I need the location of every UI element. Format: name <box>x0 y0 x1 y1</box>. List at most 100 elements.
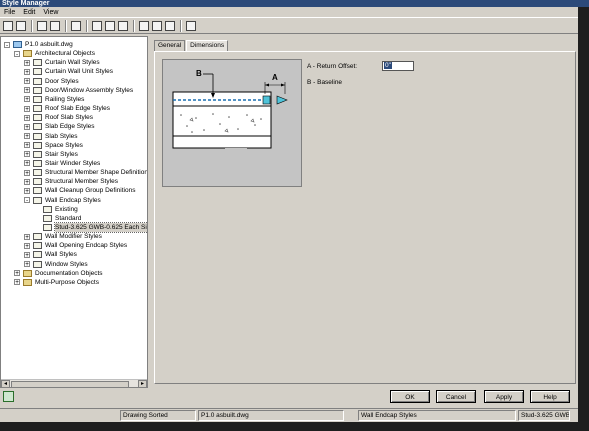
expand-icon[interactable]: + <box>24 242 30 249</box>
tree-item[interactable]: Stud-3.625 GWB-0.625 Each Side <box>34 222 147 233</box>
tree-item[interactable]: + Curtain Wall Styles <box>24 58 100 67</box>
new-style-icon[interactable] <box>91 20 102 31</box>
endcap-style-icon <box>43 214 52 222</box>
collapse-icon[interactable]: - <box>14 50 20 57</box>
tree-item[interactable]: + Door/Window Assembly Styles <box>24 86 133 95</box>
space-icon <box>33 141 42 149</box>
new-drawing-icon[interactable] <box>2 20 13 31</box>
expand-icon[interactable]: + <box>24 160 30 167</box>
style-tree[interactable]: - P1.0 asbuilt.dwg - Architectural Objects +… <box>0 36 148 388</box>
collapse-icon[interactable]: - <box>4 41 10 48</box>
status-sort: Drawing Sorted <box>120 410 196 421</box>
expand-icon[interactable]: + <box>24 251 30 258</box>
expand-icon[interactable]: + <box>24 78 30 85</box>
main-area: - P1.0 asbuilt.dwg - Architectural Objects +… <box>0 34 578 408</box>
expand-icon[interactable]: + <box>24 178 30 185</box>
scroll-right-icon[interactable]: ▸ <box>138 380 147 387</box>
tree-item[interactable]: + Stair Winder Styles <box>24 159 100 168</box>
endcap-diagram: B A <box>172 69 288 156</box>
expand-icon[interactable]: + <box>14 270 20 277</box>
tree-item[interactable]: + Slab Edge Styles <box>24 122 95 131</box>
tree-item[interactable]: - P1.0 asbuilt.dwg <box>4 40 73 49</box>
door-window-icon <box>33 86 42 94</box>
help-toolbar-icon[interactable] <box>185 20 196 31</box>
scroll-left-icon[interactable]: ◂ <box>1 380 10 387</box>
ok-button[interactable]: OK <box>390 390 430 403</box>
tree-item[interactable]: - Wall Endcap Styles <box>24 196 101 205</box>
menu-file[interactable]: File <box>0 9 19 16</box>
menu-edit[interactable]: Edit <box>19 9 39 16</box>
tree-item[interactable]: + Documentation Objects <box>14 269 103 278</box>
tree-item[interactable]: + Space Styles <box>24 141 83 150</box>
expand-icon[interactable]: + <box>24 233 30 240</box>
tree-item-label: Door/Window Assembly Styles <box>45 86 134 94</box>
roof-slab-icon <box>33 114 42 122</box>
scroll-thumb[interactable] <box>11 381 129 387</box>
diagram-label-b: B <box>196 69 202 78</box>
expand-icon[interactable]: + <box>24 123 30 130</box>
tree-item-label: Wall Opening Endcap Styles <box>45 242 128 250</box>
tree-item[interactable]: + Wall Styles <box>24 250 77 259</box>
tree-item[interactable]: Standard <box>34 214 81 223</box>
tree-item-label: Wall Endcap Styles <box>45 196 101 204</box>
tree-item[interactable]: + Door Styles <box>24 77 79 86</box>
tree-item[interactable]: + Wall Modifier Styles <box>24 232 102 241</box>
tree-item[interactable]: + Slab Styles <box>24 132 78 141</box>
curtain-wall-unit-icon <box>33 68 42 76</box>
filter-icon[interactable] <box>151 20 162 31</box>
tree-item[interactable]: Existing <box>34 205 78 214</box>
tab-general[interactable]: General <box>154 40 186 51</box>
dimensions-panel: B A A - Return Offset: 0" B - Baseline <box>154 51 576 384</box>
tree-item[interactable]: - Architectural Objects <box>14 49 95 58</box>
expand-icon[interactable]: + <box>24 68 30 75</box>
expand-icon[interactable]: + <box>24 96 30 103</box>
tree-item[interactable]: + Stair Styles <box>24 150 78 159</box>
tree-item[interactable]: + Curtain Wall Unit Styles <box>24 67 113 76</box>
window-edge <box>578 7 589 431</box>
expand-icon[interactable]: + <box>24 59 30 66</box>
expand-icon[interactable]: + <box>24 169 30 176</box>
purge-icon[interactable] <box>104 20 115 31</box>
open-drawing-icon[interactable] <box>15 20 26 31</box>
apply-button[interactable]: Apply <box>484 390 524 403</box>
expand-icon[interactable]: + <box>14 279 20 286</box>
expand-icon[interactable]: + <box>24 261 30 268</box>
cancel-button[interactable]: Cancel <box>436 390 476 403</box>
tree-item[interactable]: + Railing Styles <box>24 95 84 104</box>
stair-icon <box>33 150 42 158</box>
tree-item-label: Roof Slab Edge Styles <box>45 105 111 113</box>
help-button[interactable]: Help <box>530 390 570 403</box>
expand-icon[interactable]: + <box>24 114 30 121</box>
tree-item-label: Railing Styles <box>45 95 85 103</box>
tree-item[interactable]: + Multi-Purpose Objects <box>14 278 99 287</box>
toolbar-separator <box>65 19 67 32</box>
edit-style-icon[interactable] <box>70 20 81 31</box>
expand-icon[interactable]: + <box>24 105 30 112</box>
copy-icon[interactable] <box>36 20 47 31</box>
tree-horizontal-scrollbar[interactable]: ◂ ▸ <box>1 379 147 387</box>
tree-item[interactable]: + Wall Opening Endcap Styles <box>24 241 127 250</box>
tree-item[interactable]: + Roof Slab Edge Styles <box>24 104 110 113</box>
tree-item[interactable]: + Structural Member Styles <box>24 177 118 186</box>
tree-item[interactable]: + Structural Member Shape Definitions <box>24 168 147 177</box>
return-offset-input[interactable]: 0" <box>382 61 414 71</box>
paste-icon[interactable] <box>49 20 60 31</box>
expand-icon[interactable]: + <box>24 142 30 149</box>
tree-item[interactable]: + Window Styles <box>24 260 88 269</box>
set-from-icon[interactable] <box>117 20 128 31</box>
expand-icon[interactable]: + <box>24 133 30 140</box>
expand-icon[interactable]: + <box>24 87 30 94</box>
endcap-style-icon <box>43 224 52 231</box>
tree-item[interactable]: + Wall Cleanup Group Definitions <box>24 186 135 195</box>
help-book-icon[interactable] <box>3 391 14 402</box>
expand-icon[interactable]: + <box>24 187 30 194</box>
menu-view[interactable]: View <box>39 9 62 16</box>
diagram-label-a: A <box>272 73 278 82</box>
tree-item[interactable]: + Roof Slab Styles <box>24 113 93 122</box>
inline-edit-icon[interactable] <box>164 20 175 31</box>
toggle-view-icon[interactable] <box>138 20 149 31</box>
expand-icon[interactable]: + <box>24 151 30 158</box>
tree-item-label: Stud-3.625 GWB-0.625 Each Side <box>53 222 147 233</box>
collapse-icon[interactable]: - <box>24 197 30 204</box>
